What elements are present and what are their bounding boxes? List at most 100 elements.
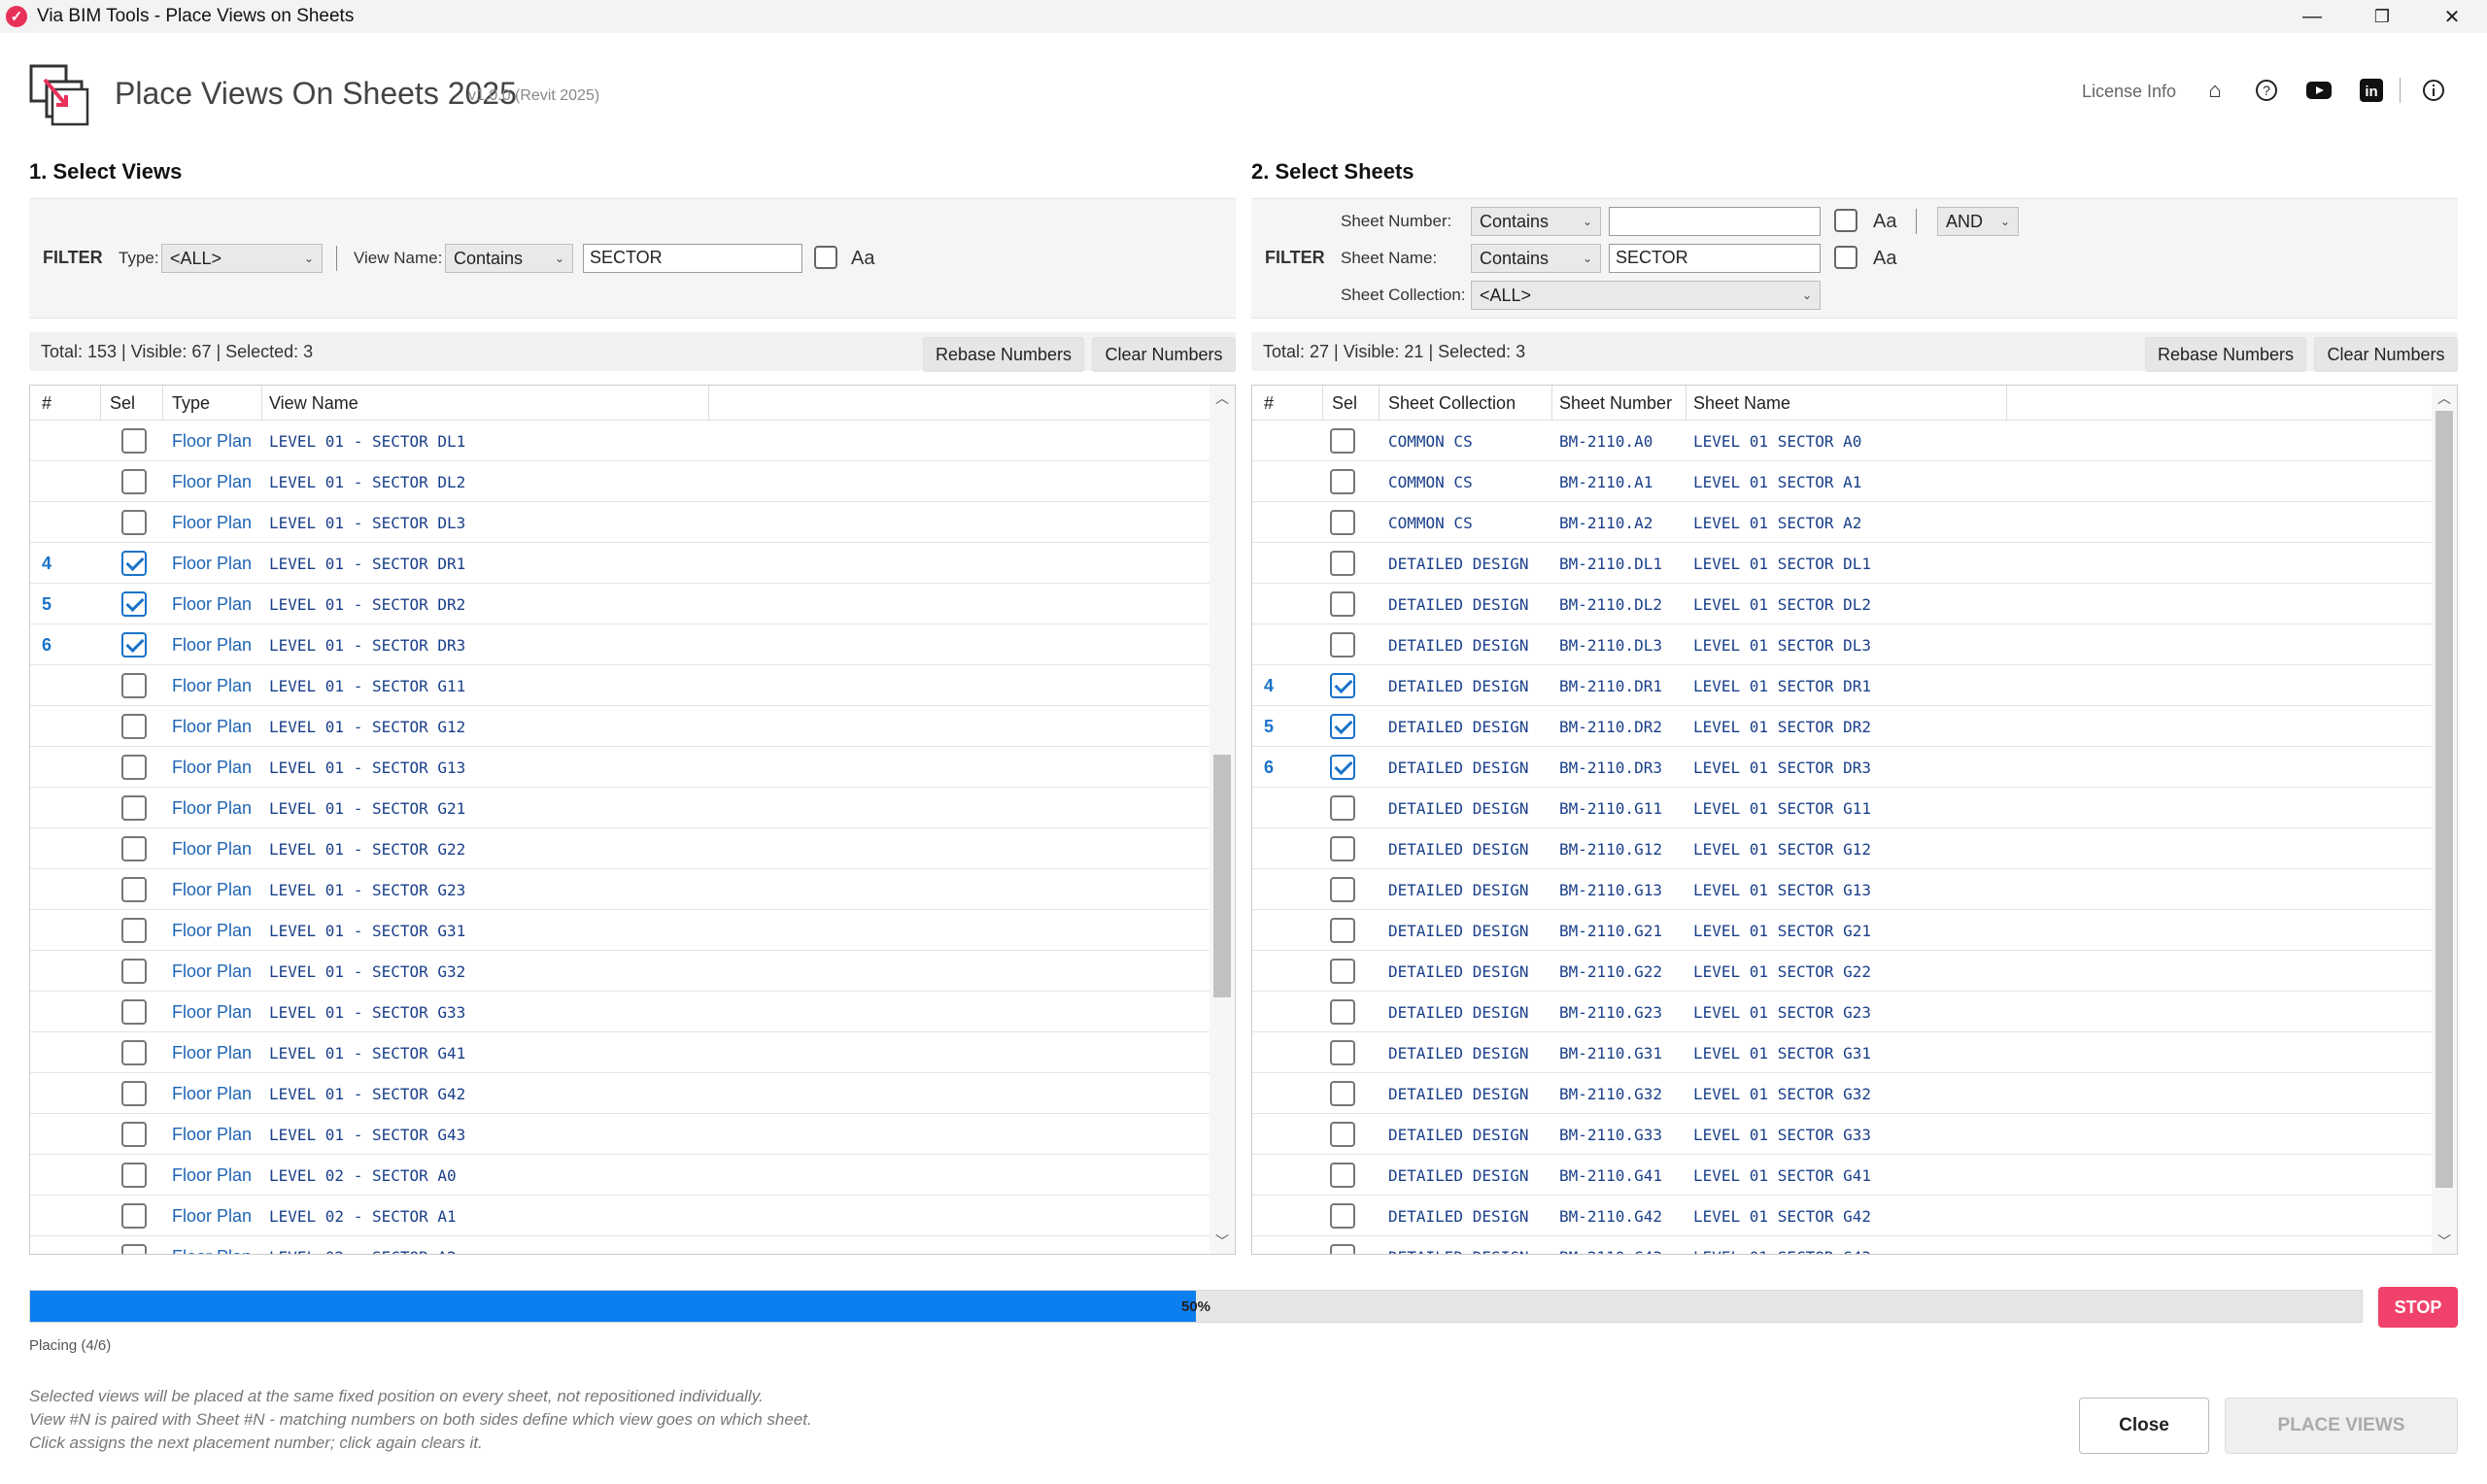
scroll-up-icon[interactable]: ︿ — [1209, 386, 1235, 411]
sheet-collection-dropdown[interactable]: <ALL> ⌄ — [1471, 281, 1821, 310]
table-row[interactable]: DETAILED DESIGN BM-2110.G12 LEVEL 01 SECTO… — [1252, 828, 2457, 869]
table-row[interactable]: Floor Plan LEVEL 01 - SECTOR G33 — [30, 992, 1235, 1032]
row-select-checkbox[interactable] — [121, 510, 147, 535]
row-select-checkbox[interactable] — [121, 836, 147, 861]
table-row[interactable]: Floor Plan LEVEL 02 - SECTOR A1 — [30, 1196, 1235, 1236]
table-row[interactable]: Floor Plan LEVEL 01 - SECTOR G42 — [30, 1073, 1235, 1114]
row-select-checkbox[interactable] — [121, 673, 147, 698]
scroll-up-icon[interactable]: ︿ — [2432, 386, 2457, 411]
table-row[interactable]: Floor Plan LEVEL 01 - SECTOR G31 — [30, 910, 1235, 951]
stop-button[interactable]: STOP — [2378, 1287, 2458, 1328]
row-select-checkbox[interactable] — [121, 959, 147, 984]
table-row[interactable]: DETAILED DESIGN BM-2110.G33 LEVEL 01 SECTO… — [1252, 1114, 2457, 1155]
table-row[interactable]: 5 DETAILED DESIGN BM-2110.DR2 LEVEL 01 SECT… — [1252, 706, 2457, 747]
row-select-checkbox[interactable] — [121, 999, 147, 1025]
table-row[interactable]: DETAILED DESIGN BM-2110.G43 LEVEL 01 SECTO… — [1252, 1236, 2457, 1254]
table-row[interactable]: COMMON CS BM-2110.A1 LEVEL 01 SECTOR A1 — [1252, 461, 2457, 502]
row-select-checkbox[interactable] — [121, 551, 147, 576]
row-select-checkbox[interactable] — [1330, 551, 1355, 576]
views-scrollbar[interactable]: ︿ ﹀ — [1209, 386, 1235, 1254]
sheet-name-match-case-checkbox[interactable] — [1834, 246, 1857, 269]
col-num-header[interactable]: # — [42, 393, 51, 414]
col-sheet-collection-header[interactable]: Sheet Collection — [1388, 393, 1516, 414]
linkedin-icon[interactable]: in — [2357, 76, 2386, 105]
row-select-checkbox[interactable] — [1330, 632, 1355, 658]
table-row[interactable]: Floor Plan LEVEL 01 - SECTOR DL1 — [30, 421, 1235, 461]
col-sel-header[interactable]: Sel — [110, 393, 135, 414]
table-row[interactable]: DETAILED DESIGN BM-2110.DL1 LEVEL 01 SECTO… — [1252, 543, 2457, 584]
table-row[interactable]: DETAILED DESIGN BM-2110.DL3 LEVEL 01 SECTO… — [1252, 624, 2457, 665]
row-select-checkbox[interactable] — [1330, 591, 1355, 617]
license-info-link[interactable]: License Info — [2082, 82, 2176, 102]
table-row[interactable]: DETAILED DESIGN BM-2110.G11 LEVEL 01 SECTO… — [1252, 788, 2457, 828]
table-row[interactable]: Floor Plan LEVEL 01 - SECTOR DL2 — [30, 461, 1235, 502]
table-row[interactable]: COMMON CS BM-2110.A2 LEVEL 01 SECTOR A2 — [1252, 502, 2457, 543]
row-select-checkbox[interactable] — [121, 591, 147, 617]
table-row[interactable]: Floor Plan LEVEL 01 - SECTOR G43 — [30, 1114, 1235, 1155]
row-select-checkbox[interactable] — [121, 469, 147, 494]
table-row[interactable]: DETAILED DESIGN BM-2110.G42 LEVEL 01 SECTO… — [1252, 1196, 2457, 1236]
table-row[interactable]: Floor Plan LEVEL 01 - SECTOR G23 — [30, 869, 1235, 910]
table-row[interactable]: DETAILED DESIGN BM-2110.DL2 LEVEL 01 SECTO… — [1252, 584, 2457, 624]
table-row[interactable]: Floor Plan LEVEL 01 - SECTOR DL3 — [30, 502, 1235, 543]
restore-button[interactable]: ❐ — [2349, 0, 2415, 33]
sheets-scrollbar[interactable]: ︿ ﹀ — [2432, 386, 2457, 1254]
row-select-checkbox[interactable] — [121, 755, 147, 780]
table-row[interactable]: Floor Plan LEVEL 01 - SECTOR G22 — [30, 828, 1235, 869]
table-row[interactable]: 6 DETAILED DESIGN BM-2110.DR3 LEVEL 01 SECT… — [1252, 747, 2457, 788]
row-select-checkbox[interactable] — [121, 795, 147, 821]
table-row[interactable]: DETAILED DESIGN BM-2110.G31 LEVEL 01 SECTO… — [1252, 1032, 2457, 1073]
row-select-checkbox[interactable] — [121, 1244, 147, 1254]
table-row[interactable]: 4 DETAILED DESIGN BM-2110.DR1 LEVEL 01 SECT… — [1252, 665, 2457, 706]
sheet-number-match-case-checkbox[interactable] — [1834, 209, 1857, 232]
table-row[interactable]: Floor Plan LEVEL 01 - SECTOR G12 — [30, 706, 1235, 747]
col-type-header[interactable]: Type — [172, 393, 210, 414]
table-row[interactable]: DETAILED DESIGN BM-2110.G21 LEVEL 01 SECTO… — [1252, 910, 2457, 951]
table-row[interactable]: 5 Floor Plan LEVEL 01 - SECTOR DR2 — [30, 584, 1235, 624]
row-select-checkbox[interactable] — [1330, 795, 1355, 821]
place-views-button[interactable]: PLACE VIEWS — [2225, 1398, 2458, 1454]
help-icon[interactable]: ? — [2252, 76, 2281, 105]
table-row[interactable]: DETAILED DESIGN BM-2110.G22 LEVEL 01 SECTO… — [1252, 951, 2457, 992]
row-select-checkbox[interactable] — [1330, 999, 1355, 1025]
views-clear-numbers-button[interactable]: Clear Numbers — [1092, 337, 1236, 372]
row-select-checkbox[interactable] — [1330, 877, 1355, 902]
row-select-checkbox[interactable] — [1330, 918, 1355, 943]
close-button[interactable]: Close — [2079, 1398, 2209, 1454]
table-row[interactable]: DETAILED DESIGN BM-2110.G32 LEVEL 01 SECTO… — [1252, 1073, 2457, 1114]
row-select-checkbox[interactable] — [1330, 428, 1355, 454]
table-row[interactable]: Floor Plan LEVEL 01 - SECTOR G11 — [30, 665, 1235, 706]
sheets-rebase-numbers-button[interactable]: Rebase Numbers — [2145, 337, 2306, 372]
table-row[interactable]: 6 Floor Plan LEVEL 01 - SECTOR DR3 — [30, 624, 1235, 665]
row-select-checkbox[interactable] — [121, 877, 147, 902]
scroll-down-icon[interactable]: ﹀ — [1209, 1229, 1235, 1254]
row-select-checkbox[interactable] — [121, 1040, 147, 1065]
row-select-checkbox[interactable] — [1330, 1203, 1355, 1229]
row-select-checkbox[interactable] — [1330, 959, 1355, 984]
sheet-number-input[interactable] — [1609, 207, 1821, 236]
view-name-search-input[interactable]: SECTOR — [583, 244, 802, 273]
row-select-checkbox[interactable] — [1330, 1244, 1355, 1254]
info-icon[interactable] — [2419, 76, 2448, 105]
row-select-checkbox[interactable] — [121, 428, 147, 454]
row-select-checkbox[interactable] — [121, 1122, 147, 1147]
sheets-clear-numbers-button[interactable]: Clear Numbers — [2314, 337, 2458, 372]
home-icon[interactable]: ⌂ — [2200, 76, 2230, 105]
row-select-checkbox[interactable] — [121, 632, 147, 658]
table-row[interactable]: Floor Plan LEVEL 01 - SECTOR G21 — [30, 788, 1235, 828]
table-row[interactable]: DETAILED DESIGN BM-2110.G23 LEVEL 01 SECTO… — [1252, 992, 2457, 1032]
table-row[interactable]: 4 Floor Plan LEVEL 01 - SECTOR DR1 — [30, 543, 1235, 584]
table-row[interactable]: Floor Plan LEVEL 01 - SECTOR G32 — [30, 951, 1235, 992]
table-row[interactable]: COMMON CS BM-2110.A0 LEVEL 01 SECTOR A0 — [1252, 421, 2457, 461]
row-select-checkbox[interactable] — [121, 1081, 147, 1106]
row-select-checkbox[interactable] — [1330, 836, 1355, 861]
row-select-checkbox[interactable] — [1330, 469, 1355, 494]
row-select-checkbox[interactable] — [1330, 755, 1355, 780]
col-view-name-header[interactable]: View Name — [269, 393, 358, 414]
sheet-name-input[interactable]: SECTOR — [1609, 244, 1821, 273]
table-row[interactable]: Floor Plan LEVEL 01 - SECTOR G13 — [30, 747, 1235, 788]
col-sheet-number-header[interactable]: Sheet Number — [1559, 393, 1672, 414]
logic-operator-dropdown[interactable]: AND ⌄ — [1937, 207, 2019, 236]
row-select-checkbox[interactable] — [1330, 510, 1355, 535]
row-select-checkbox[interactable] — [1330, 673, 1355, 698]
